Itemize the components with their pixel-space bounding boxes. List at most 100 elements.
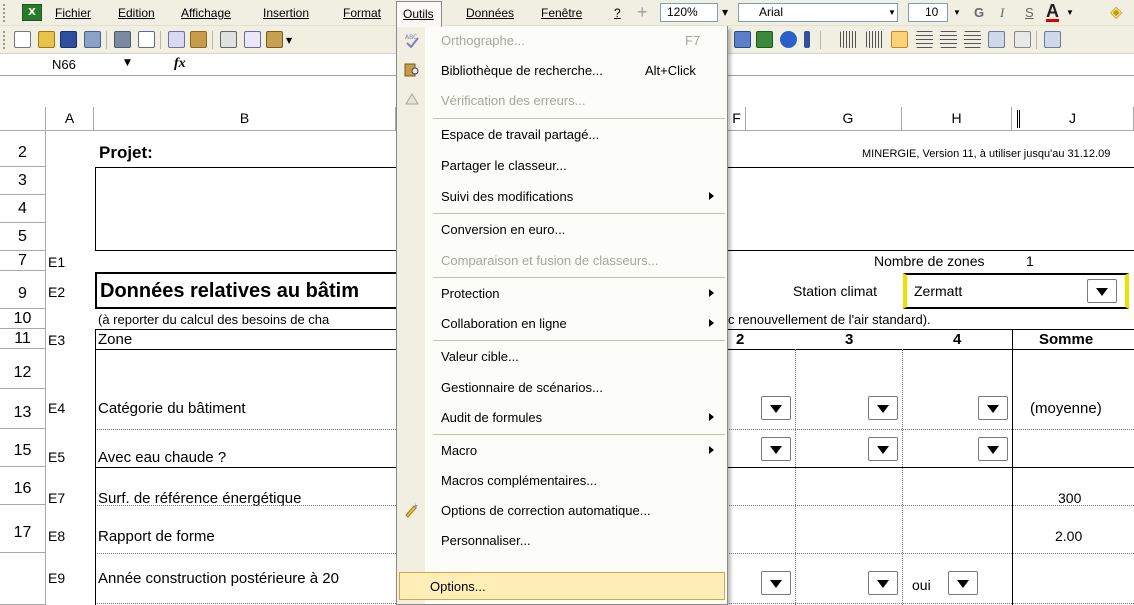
help-icon[interactable]	[780, 31, 797, 48]
barcode-active-icon[interactable]	[891, 31, 908, 48]
italic-button[interactable]: I	[1000, 5, 1004, 21]
menu-separator	[433, 340, 725, 341]
menu-item-correction-auto[interactable]: Options de correction automatique...	[397, 496, 727, 526]
categorie-zone2-dropdown[interactable]	[761, 396, 791, 420]
row-header-12[interactable]: 12	[0, 349, 46, 389]
row-header-11[interactable]: 11	[0, 329, 46, 349]
menu-item-suivi[interactable]: Suivi des modifications	[397, 182, 727, 212]
zoom-plus-icon[interactable]: +	[637, 2, 648, 23]
row-header-13[interactable]: 13	[0, 389, 46, 429]
menu-item-scenarios[interactable]: Gestionnaire de scénarios...	[397, 373, 727, 403]
row-header-5[interactable]: 5	[0, 223, 46, 251]
menu-item-valeur-cible[interactable]: Valeur cible...	[397, 342, 727, 372]
font-name-field[interactable]: Arial	[738, 3, 898, 22]
size-dropdown-icon[interactable]: ▼	[953, 8, 961, 17]
row-header-15[interactable]: 15	[0, 429, 46, 467]
barcode-icon[interactable]	[840, 31, 857, 48]
align-left-icon[interactable]	[916, 31, 933, 48]
bold-button[interactable]: G	[974, 5, 984, 20]
menu-outils[interactable]: Outils	[396, 1, 442, 27]
eau-chaude-zone2-dropdown[interactable]	[761, 437, 791, 461]
menu-fichier[interactable]: Fichier	[55, 6, 91, 20]
menu-item-euro[interactable]: Conversion en euro...	[397, 215, 727, 245]
menu-item-protection[interactable]: Protection	[397, 279, 727, 309]
hidden-column-marker[interactable]	[1017, 110, 1020, 128]
copy-icon[interactable]	[244, 31, 261, 48]
row-header-3[interactable]: 3	[0, 167, 46, 195]
annee-zone4-dropdown[interactable]	[948, 571, 978, 595]
menu-item-audit[interactable]: Audit de formules	[397, 403, 727, 433]
drawing-icon[interactable]	[734, 31, 751, 48]
menu-item-collaboration[interactable]: Collaboration en ligne	[397, 309, 727, 339]
fill-color-icon[interactable]: ◈	[1110, 2, 1122, 22]
print-icon[interactable]	[114, 31, 131, 48]
save-icon[interactable]	[60, 31, 77, 48]
menu-insertion[interactable]: Insertion	[263, 6, 309, 20]
menu-aide[interactable]: ?	[614, 6, 621, 20]
cut-icon[interactable]	[220, 31, 237, 48]
spelling-icon[interactable]	[168, 31, 185, 48]
row-header-9[interactable]: 9	[0, 271, 46, 309]
annee-zone3-dropdown[interactable]	[868, 571, 898, 595]
zoom-field[interactable]: 120%	[660, 3, 718, 22]
row-header-16[interactable]: 16	[0, 467, 46, 505]
categorie-zone3-dropdown[interactable]	[868, 396, 898, 420]
select-all-corner[interactable]	[0, 107, 46, 131]
station-dropdown-icon[interactable]	[1087, 279, 1117, 303]
menubar-grip[interactable]	[3, 4, 7, 22]
font-size-field[interactable]: 10	[908, 3, 948, 22]
font-color-dropdown-icon[interactable]: ▼	[1066, 8, 1074, 17]
new-icon[interactable]	[14, 31, 31, 48]
merge-icon[interactable]	[988, 31, 1005, 48]
align-right-icon[interactable]	[964, 31, 981, 48]
menu-item-macros-complementaires[interactable]: Macros complémentaires...	[397, 466, 727, 496]
paste-icon[interactable]	[266, 31, 283, 48]
name-box-dropdown-icon[interactable]: ▼	[124, 58, 131, 68]
barcode-icon-2[interactable]	[866, 31, 883, 48]
borders-icon[interactable]	[1014, 31, 1031, 48]
toolbar-grip[interactable]	[3, 31, 7, 49]
annee-zone2-dropdown[interactable]	[761, 571, 791, 595]
column-header-j[interactable]: J	[1012, 107, 1134, 131]
menu-item-partager[interactable]: Partager le classeur...	[397, 151, 727, 181]
underline-button[interactable]: S	[1025, 5, 1034, 20]
row-header-2[interactable]: 2	[0, 131, 46, 167]
column-header-f[interactable]: F	[728, 107, 746, 131]
function-icon[interactable]: fx	[174, 56, 186, 72]
column-header-a[interactable]: A	[46, 107, 94, 131]
menu-item-options[interactable]: Options...	[399, 572, 725, 600]
paste-dropdown-icon[interactable]: ▼	[286, 36, 292, 45]
column-header-h[interactable]: H	[902, 107, 1012, 131]
menu-item-bibliotheque[interactable]: Bibliothèque de recherche... Alt+Click	[397, 56, 727, 86]
row-header-4[interactable]: 4	[0, 195, 46, 223]
font-dropdown-icon[interactable]: ▼	[888, 8, 896, 17]
menu-item-macro[interactable]: Macro	[397, 436, 727, 466]
print-preview-icon[interactable]	[138, 31, 155, 48]
permission-icon[interactable]	[84, 31, 101, 48]
toolbar-options-icon[interactable]	[804, 31, 810, 48]
research-icon[interactable]	[190, 31, 207, 48]
excel-doc-icon[interactable]: X	[22, 4, 42, 21]
menu-item-espace-travail[interactable]: Espace de travail partagé...	[397, 120, 727, 150]
column-header-b[interactable]: B	[94, 107, 396, 131]
row-header-next[interactable]	[0, 553, 46, 605]
menu-format[interactable]: Format	[343, 6, 381, 20]
open-icon[interactable]	[38, 31, 55, 48]
column-header-g[interactable]: G	[795, 107, 902, 131]
eau-chaude-zone4-dropdown[interactable]	[978, 437, 1008, 461]
row-header-10[interactable]: 10	[0, 309, 46, 329]
zoom-dropdown-icon[interactable]: ▼	[722, 8, 728, 17]
eau-chaude-zone3-dropdown[interactable]	[868, 437, 898, 461]
menu-fenetre[interactable]: Fenêtre	[541, 6, 582, 20]
format-icon[interactable]	[1044, 31, 1061, 48]
font-color-icon[interactable]: A	[1046, 1, 1059, 22]
row-header-17[interactable]: 17	[0, 505, 46, 553]
menu-donnees[interactable]: Données	[466, 6, 514, 20]
categorie-zone4-dropdown[interactable]	[978, 396, 1008, 420]
menu-item-personnaliser[interactable]: Personnaliser...	[397, 526, 727, 556]
row-header-7[interactable]: 7	[0, 251, 46, 271]
map-icon[interactable]	[756, 31, 773, 48]
align-center-icon[interactable]	[940, 31, 957, 48]
menu-affichage[interactable]: Affichage	[181, 6, 231, 20]
menu-edition[interactable]: Edition	[118, 6, 155, 20]
